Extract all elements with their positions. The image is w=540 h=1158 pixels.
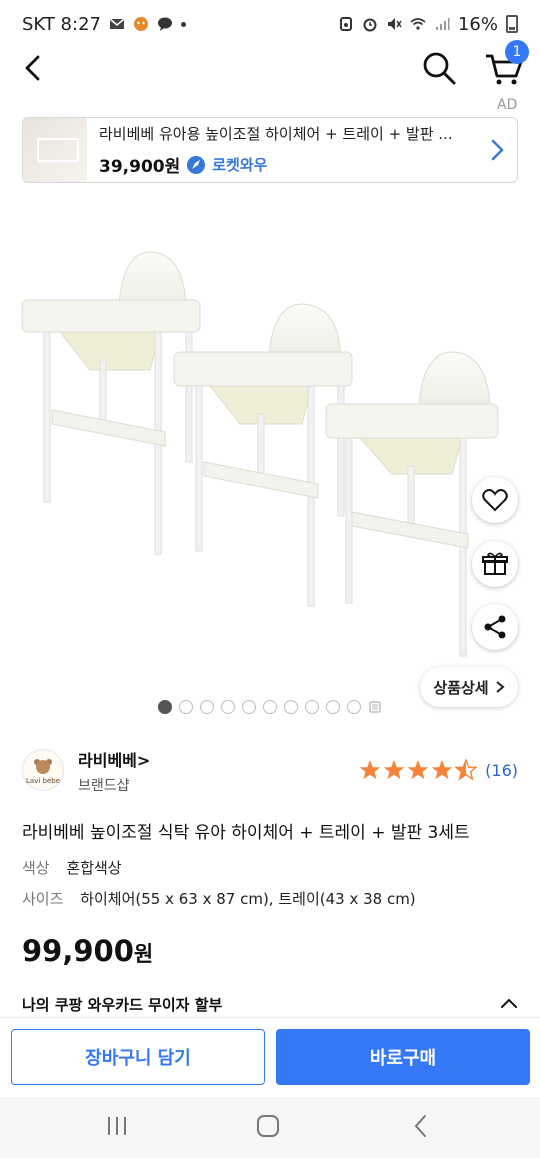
- option-value: 혼합색상: [66, 859, 122, 877]
- option-size-row: 사이즈 하이체어(55 x 63 x 87 cm), 트레이(43 x 38 c…: [22, 888, 416, 909]
- bottom-action-bar: 장바구니 담기 바로구매: [0, 1017, 540, 1097]
- battery-icon: [506, 15, 518, 33]
- review-count[interactable]: (16): [485, 761, 518, 780]
- option-label: 색상: [22, 859, 50, 877]
- app-notification-icon: [133, 17, 148, 31]
- rocket-icon: [187, 155, 206, 174]
- option-value: 하이체어(55 x 63 x 87 cm), 트레이(43 x 38 cm): [80, 890, 416, 908]
- wishlist-button[interactable]: [472, 477, 518, 523]
- mute-icon: [387, 18, 402, 30]
- rocket-wow-badge: 로켓와우: [212, 156, 268, 174]
- ad-banner[interactable]: 라비베베 유아용 높이조절 하이체어 + 트레이 + 발판 ... 39,900…: [22, 117, 518, 183]
- more-pages-icon: [369, 701, 381, 713]
- ad-price-row: 39,900원 로켓와우: [99, 152, 487, 177]
- search-icon[interactable]: [421, 50, 457, 86]
- pager-dot[interactable]: [242, 700, 256, 714]
- option-label: 사이즈: [22, 890, 64, 908]
- status-right: 16%: [338, 14, 518, 35]
- brand-name: 라비베베: [78, 751, 137, 770]
- brand-chevron: >: [136, 751, 151, 770]
- carrier-time: SKT 8:27: [22, 13, 101, 35]
- star-half-icon: [455, 759, 478, 781]
- product-price: 99,900원: [22, 934, 153, 968]
- pager-dot[interactable]: [326, 700, 340, 714]
- share-icon: [484, 615, 506, 639]
- more-notifications-dot: [180, 21, 186, 27]
- star-full-icon: [384, 759, 405, 780]
- lock-screen-icon: [339, 17, 352, 31]
- pager-dot[interactable]: [305, 700, 319, 714]
- signal-icon: [435, 18, 450, 30]
- brand-name-link[interactable]: 라비베베>: [78, 747, 150, 771]
- card-offer[interactable]: 나의 쿠팡 와우카드 무이자 할부: [22, 994, 222, 1015]
- pager-dot[interactable]: [221, 700, 235, 714]
- pager-dot[interactable]: [284, 700, 298, 714]
- pager-dot[interactable]: [200, 700, 214, 714]
- star-full-icon: [408, 759, 429, 780]
- pager-dot[interactable]: [179, 700, 193, 714]
- wifi-icon: [410, 18, 426, 30]
- price-unit: 원: [133, 942, 154, 966]
- gift-icon: [482, 552, 508, 575]
- buy-now-button[interactable]: 바로구매: [276, 1029, 530, 1085]
- brand-logo-text: Lavi bebe: [26, 777, 60, 785]
- chevron-right-icon: [495, 681, 505, 693]
- rating[interactable]: (16): [359, 759, 518, 781]
- mail-icon: [109, 18, 125, 29]
- system-back-icon[interactable]: [410, 1113, 432, 1139]
- product-detail-button[interactable]: 상품상세: [420, 667, 518, 707]
- option-color-row: 색상 혼합색상: [22, 857, 122, 878]
- alarm-icon: [363, 18, 377, 32]
- brand-subtitle: 브랜드샵: [78, 778, 130, 794]
- heart-icon: [482, 489, 508, 512]
- highchair-2: [173, 303, 353, 607]
- ad-price: 39,900원: [99, 157, 181, 177]
- ad-thumbnail: [23, 118, 87, 182]
- battery-percent: 16%: [457, 13, 498, 35]
- brand-row: Lavi bebe 라비베베> 브랜드샵 (16): [22, 745, 518, 795]
- share-button[interactable]: [472, 604, 518, 650]
- recent-apps-icon[interactable]: [104, 1115, 130, 1137]
- price-number: 99,900: [22, 934, 134, 968]
- status-left: SKT 8:27: [22, 14, 186, 35]
- pager-dot[interactable]: [347, 700, 361, 714]
- pager-dot[interactable]: [263, 700, 277, 714]
- image-pager[interactable]: [158, 700, 382, 714]
- cart-count-badge: 1: [505, 40, 529, 64]
- status-bar: SKT 8:27 16%: [0, 0, 540, 48]
- brand-logo[interactable]: Lavi bebe: [22, 749, 64, 791]
- chevron-up-icon[interactable]: [498, 993, 520, 1013]
- pager-dot[interactable]: [158, 700, 172, 714]
- product-image[interactable]: [0, 200, 540, 690]
- highchair-1: [21, 251, 201, 555]
- back-button[interactable]: [18, 52, 50, 84]
- system-nav-bar: [0, 1097, 540, 1158]
- ad-label: AD: [497, 97, 518, 113]
- product-detail-label: 상품상세: [433, 678, 489, 697]
- bear-logo-icon: Lavi bebe: [26, 759, 60, 785]
- chat-icon: [157, 17, 172, 31]
- product-title: 라비베베 높이조절 식탁 유아 하이체어 + 트레이 + 발판 3세트: [22, 823, 470, 843]
- home-icon[interactable]: [256, 1114, 280, 1138]
- gift-button[interactable]: [472, 541, 518, 587]
- ad-title: 라비베베 유아용 높이조절 하이체어 + 트레이 + 발판 ...: [99, 125, 453, 143]
- star-full-icon: [432, 759, 453, 780]
- star-full-icon: [360, 759, 381, 780]
- add-to-cart-button[interactable]: 장바구니 담기: [11, 1029, 265, 1085]
- top-nav: 1: [0, 40, 540, 92]
- ad-text: 라비베베 유아용 높이조절 하이체어 + 트레이 + 발판 ... 39,900…: [87, 123, 487, 177]
- chevron-right-icon: [491, 139, 504, 161]
